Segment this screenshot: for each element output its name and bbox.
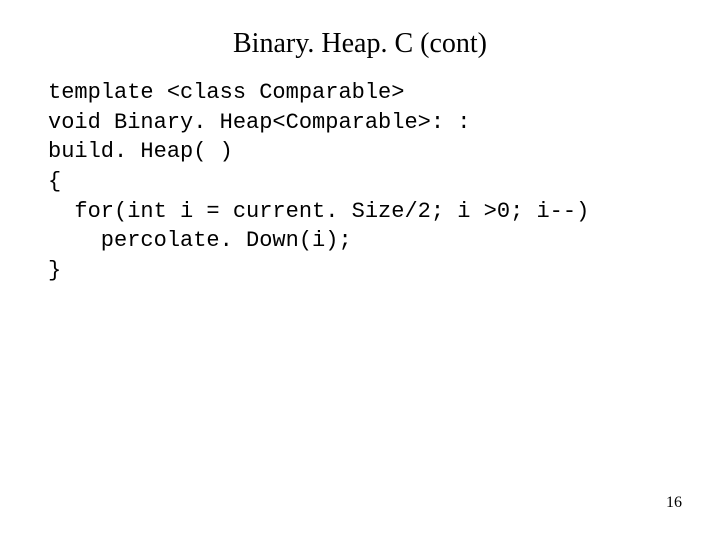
code-block: template <class Comparable> void Binary.… [0, 78, 720, 286]
code-line-2: void Binary. Heap<Comparable>: : [48, 110, 470, 135]
page-number: 16 [666, 494, 682, 512]
code-line-1: template <class Comparable> [48, 80, 404, 105]
code-line-7: } [48, 258, 61, 283]
code-line-5: for(int i = current. Size/2; i >0; i--) [48, 199, 589, 224]
slide: Binary. Heap. C (cont) template <class C… [0, 0, 720, 540]
code-line-3: build. Heap( ) [48, 139, 233, 164]
slide-title: Binary. Heap. C (cont) [0, 0, 720, 78]
code-line-6: percolate. Down(i); [48, 228, 352, 253]
code-line-4: { [48, 169, 61, 194]
